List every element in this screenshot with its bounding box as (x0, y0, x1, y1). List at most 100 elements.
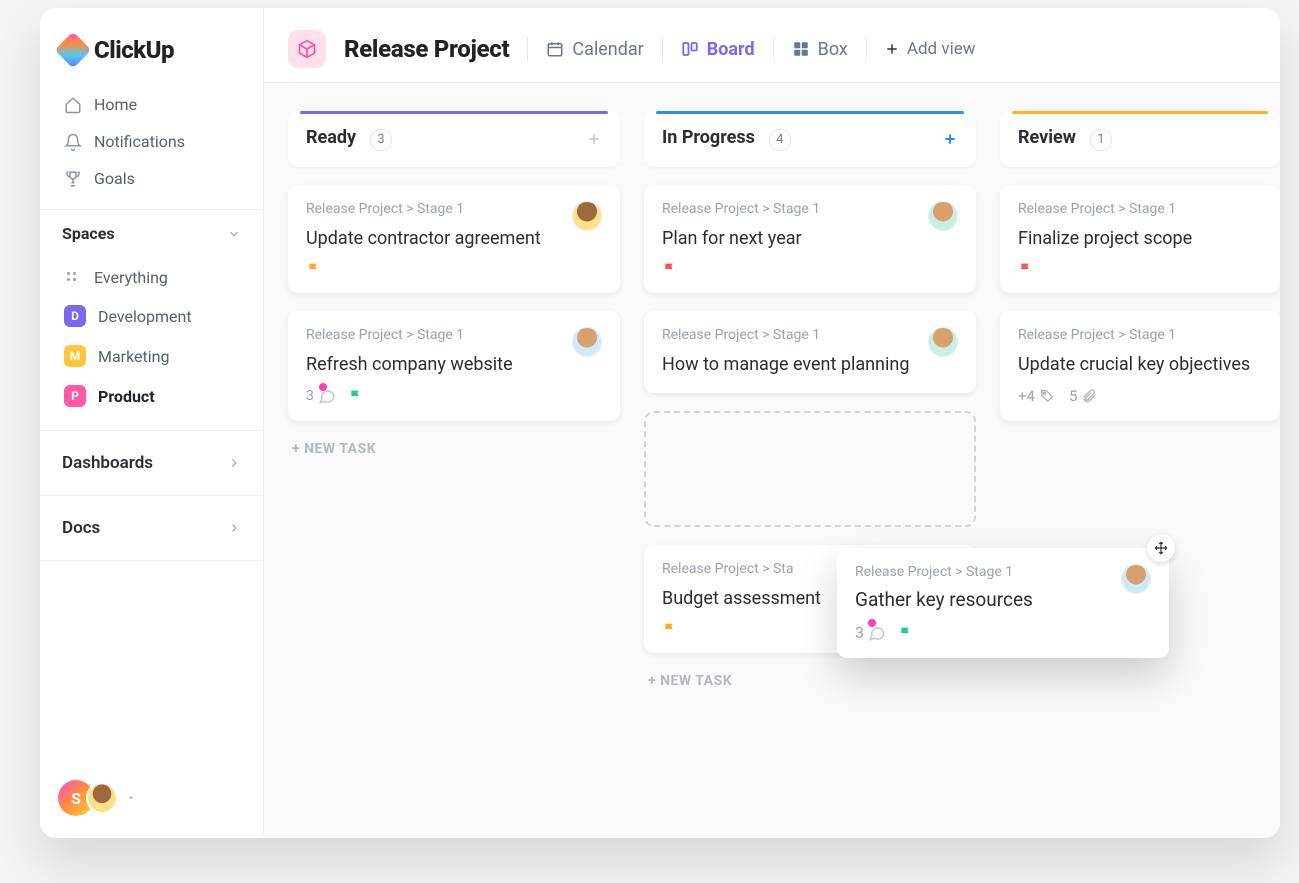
assignee-avatar[interactable] (926, 325, 960, 359)
project-title: Release Project (344, 35, 509, 63)
paperclip-icon (1081, 388, 1097, 404)
drop-target[interactable] (644, 411, 976, 527)
divider (773, 37, 774, 61)
column-count: 4 (769, 129, 791, 151)
flag-icon (306, 261, 322, 277)
column-add-icon[interactable] (586, 131, 602, 147)
plus-icon (885, 42, 899, 56)
space-badge: P (64, 385, 86, 407)
tag-icon (1039, 388, 1055, 404)
divider (662, 37, 663, 61)
task-card[interactable]: Release Project > Stage 1 Finalize proje… (1000, 185, 1280, 293)
card-breadcrumb: Release Project > Stage 1 (855, 564, 1151, 580)
flag-icon (898, 625, 914, 641)
main: Release Project Calendar Board Box Add v… (264, 8, 1280, 838)
card-breadcrumb: Release Project > Stage 1 (1018, 327, 1262, 343)
nav-dashboards-label: Dashboards (62, 453, 153, 473)
card-title: Plan for next year (662, 227, 958, 251)
nav-notifications[interactable]: Notifications (54, 123, 249, 160)
add-view[interactable]: Add view (885, 39, 976, 59)
trophy-icon (64, 170, 82, 188)
assignee-avatar[interactable] (570, 199, 604, 233)
column-header: Ready 3 (288, 111, 620, 167)
card-title: Update crucial key objectives (1018, 353, 1262, 377)
card-meta: +4 5 (1018, 387, 1262, 405)
attachment-count: 5 (1069, 387, 1077, 405)
view-tab-board[interactable]: Board (681, 39, 755, 60)
task-card[interactable]: Release Project > Stage 1 Plan for next … (644, 185, 976, 293)
view-tab-board-label: Board (707, 39, 755, 60)
caret-down-icon[interactable] (126, 793, 136, 803)
task-card[interactable]: Release Project > Stage 1 Refresh compan… (288, 311, 620, 421)
assignee-avatar[interactable] (926, 199, 960, 233)
card-title: Update contractor agreement (306, 227, 602, 251)
assignee-avatar[interactable] (570, 325, 604, 359)
card-breadcrumb: Release Project > Stage 1 (662, 201, 958, 217)
nav-notifications-label: Notifications (94, 132, 185, 151)
nav-goals[interactable]: Goals (54, 160, 249, 197)
space-development[interactable]: D Development (54, 296, 249, 336)
nav-home[interactable]: Home (54, 86, 249, 123)
space-everything-label: Everything (94, 268, 168, 287)
spaces-header[interactable]: Spaces (40, 209, 263, 253)
card-breadcrumb: Release Project > Stage 1 (306, 327, 602, 343)
view-tab-box[interactable]: Box (792, 39, 848, 60)
brand-logo-icon (55, 32, 92, 69)
new-task-button[interactable]: + NEW TASK (288, 439, 620, 459)
column-header: Review 1 (1000, 111, 1280, 167)
dragging-task-card[interactable]: Release Project > Stage 1 Gather key res… (837, 548, 1169, 658)
nav-dashboards[interactable]: Dashboards (40, 430, 263, 495)
board: Ready 3 Release Project > Stage 1 Update… (264, 83, 1280, 838)
user-avatar[interactable] (86, 782, 118, 814)
column-count: 1 (1090, 129, 1112, 151)
move-icon (1147, 534, 1175, 562)
flag-icon (662, 261, 678, 277)
notification-dot-icon (868, 619, 876, 627)
assignee-avatar[interactable] (1119, 562, 1153, 596)
card-meta: 3 (306, 387, 602, 405)
column-in-progress: In Progress 4 Release Project > Stage 1 … (644, 111, 976, 818)
spaces-header-label: Spaces (62, 224, 115, 243)
column-title: Ready (306, 127, 356, 148)
divider (527, 37, 528, 61)
app-frame: ClickUp Home Notifications Goals Spaces (40, 8, 1280, 838)
card-breadcrumb: Release Project > Stage 1 (1018, 201, 1262, 217)
space-development-label: Development (98, 307, 192, 326)
column-add-icon[interactable] (942, 131, 958, 147)
new-task-button[interactable]: + NEW TASK (644, 671, 976, 691)
column-ready: Ready 3 Release Project > Stage 1 Update… (288, 111, 620, 818)
task-card[interactable]: Release Project > Stage 1 How to manage … (644, 311, 976, 393)
nav-docs[interactable]: Docs (40, 495, 263, 561)
column-title-wrap: In Progress 4 (662, 127, 791, 151)
space-product[interactable]: P Product (54, 376, 249, 416)
divider (866, 37, 867, 61)
column-stripe (1012, 111, 1268, 114)
nav-home-label: Home (94, 95, 137, 114)
sidebar-footer: S (40, 780, 263, 838)
card-title: Refresh company website (306, 353, 602, 377)
chevron-down-icon (227, 227, 241, 241)
space-marketing[interactable]: M Marketing (54, 336, 249, 376)
card-meta (306, 261, 602, 277)
column-title: In Progress (662, 127, 755, 148)
column-stripe (656, 111, 964, 114)
topbar: Release Project Calendar Board Box Add v… (264, 8, 1280, 83)
subtask-count: +4 (1018, 387, 1035, 405)
box-view-icon (792, 40, 810, 58)
card-breadcrumb: Release Project > Stage 1 (662, 327, 958, 343)
task-card[interactable]: Release Project > Stage 1 Update contrac… (288, 185, 620, 293)
flag-icon (662, 621, 678, 637)
card-title: Gather key resources (855, 588, 1151, 611)
view-tab-box-label: Box (818, 39, 848, 60)
grid-icon (64, 269, 82, 287)
view-tab-calendar-label: Calendar (572, 39, 643, 60)
task-card[interactable]: Release Project > Stage 1 Update crucial… (1000, 311, 1280, 421)
space-marketing-label: Marketing (98, 347, 169, 366)
card-breadcrumb: Release Project > Stage 1 (306, 201, 602, 217)
space-everything[interactable]: Everything (54, 259, 249, 296)
card-title: Finalize project scope (1018, 227, 1262, 251)
view-tab-calendar[interactable]: Calendar (546, 39, 643, 60)
spaces-list: Everything D Development M Marketing P P… (40, 253, 263, 430)
brand: ClickUp (40, 8, 263, 82)
comment-count: 3 (306, 387, 336, 405)
